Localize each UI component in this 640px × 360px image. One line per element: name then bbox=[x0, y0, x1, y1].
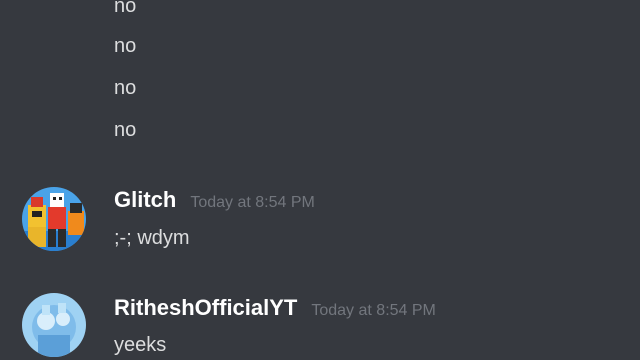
message-text: ;-; wdym bbox=[114, 227, 190, 249]
message-text: yeeks bbox=[114, 334, 167, 356]
blue-character-avatar-icon[interactable] bbox=[22, 293, 86, 357]
username[interactable]: RitheshOfficialYT bbox=[114, 294, 297, 322]
timestamp: Today at 8:54 PM bbox=[311, 302, 436, 319]
robot-avatar-icon[interactable] bbox=[22, 187, 86, 251]
username[interactable]: Glitch bbox=[114, 186, 176, 214]
message-header: RitheshOfficialYT Today at 8:54 PM bbox=[114, 294, 436, 322]
message-text: no bbox=[114, 77, 137, 99]
timestamp: Today at 8:54 PM bbox=[190, 194, 315, 211]
message-text: no bbox=[114, 119, 137, 141]
message-header: Glitch Today at 8:54 PM bbox=[114, 186, 315, 214]
message-text: no bbox=[114, 35, 137, 57]
message-text: no bbox=[114, 0, 137, 17]
chat-message-list: no no no no Glitch Today at 8:54 PM ;-; … bbox=[0, 0, 640, 360]
